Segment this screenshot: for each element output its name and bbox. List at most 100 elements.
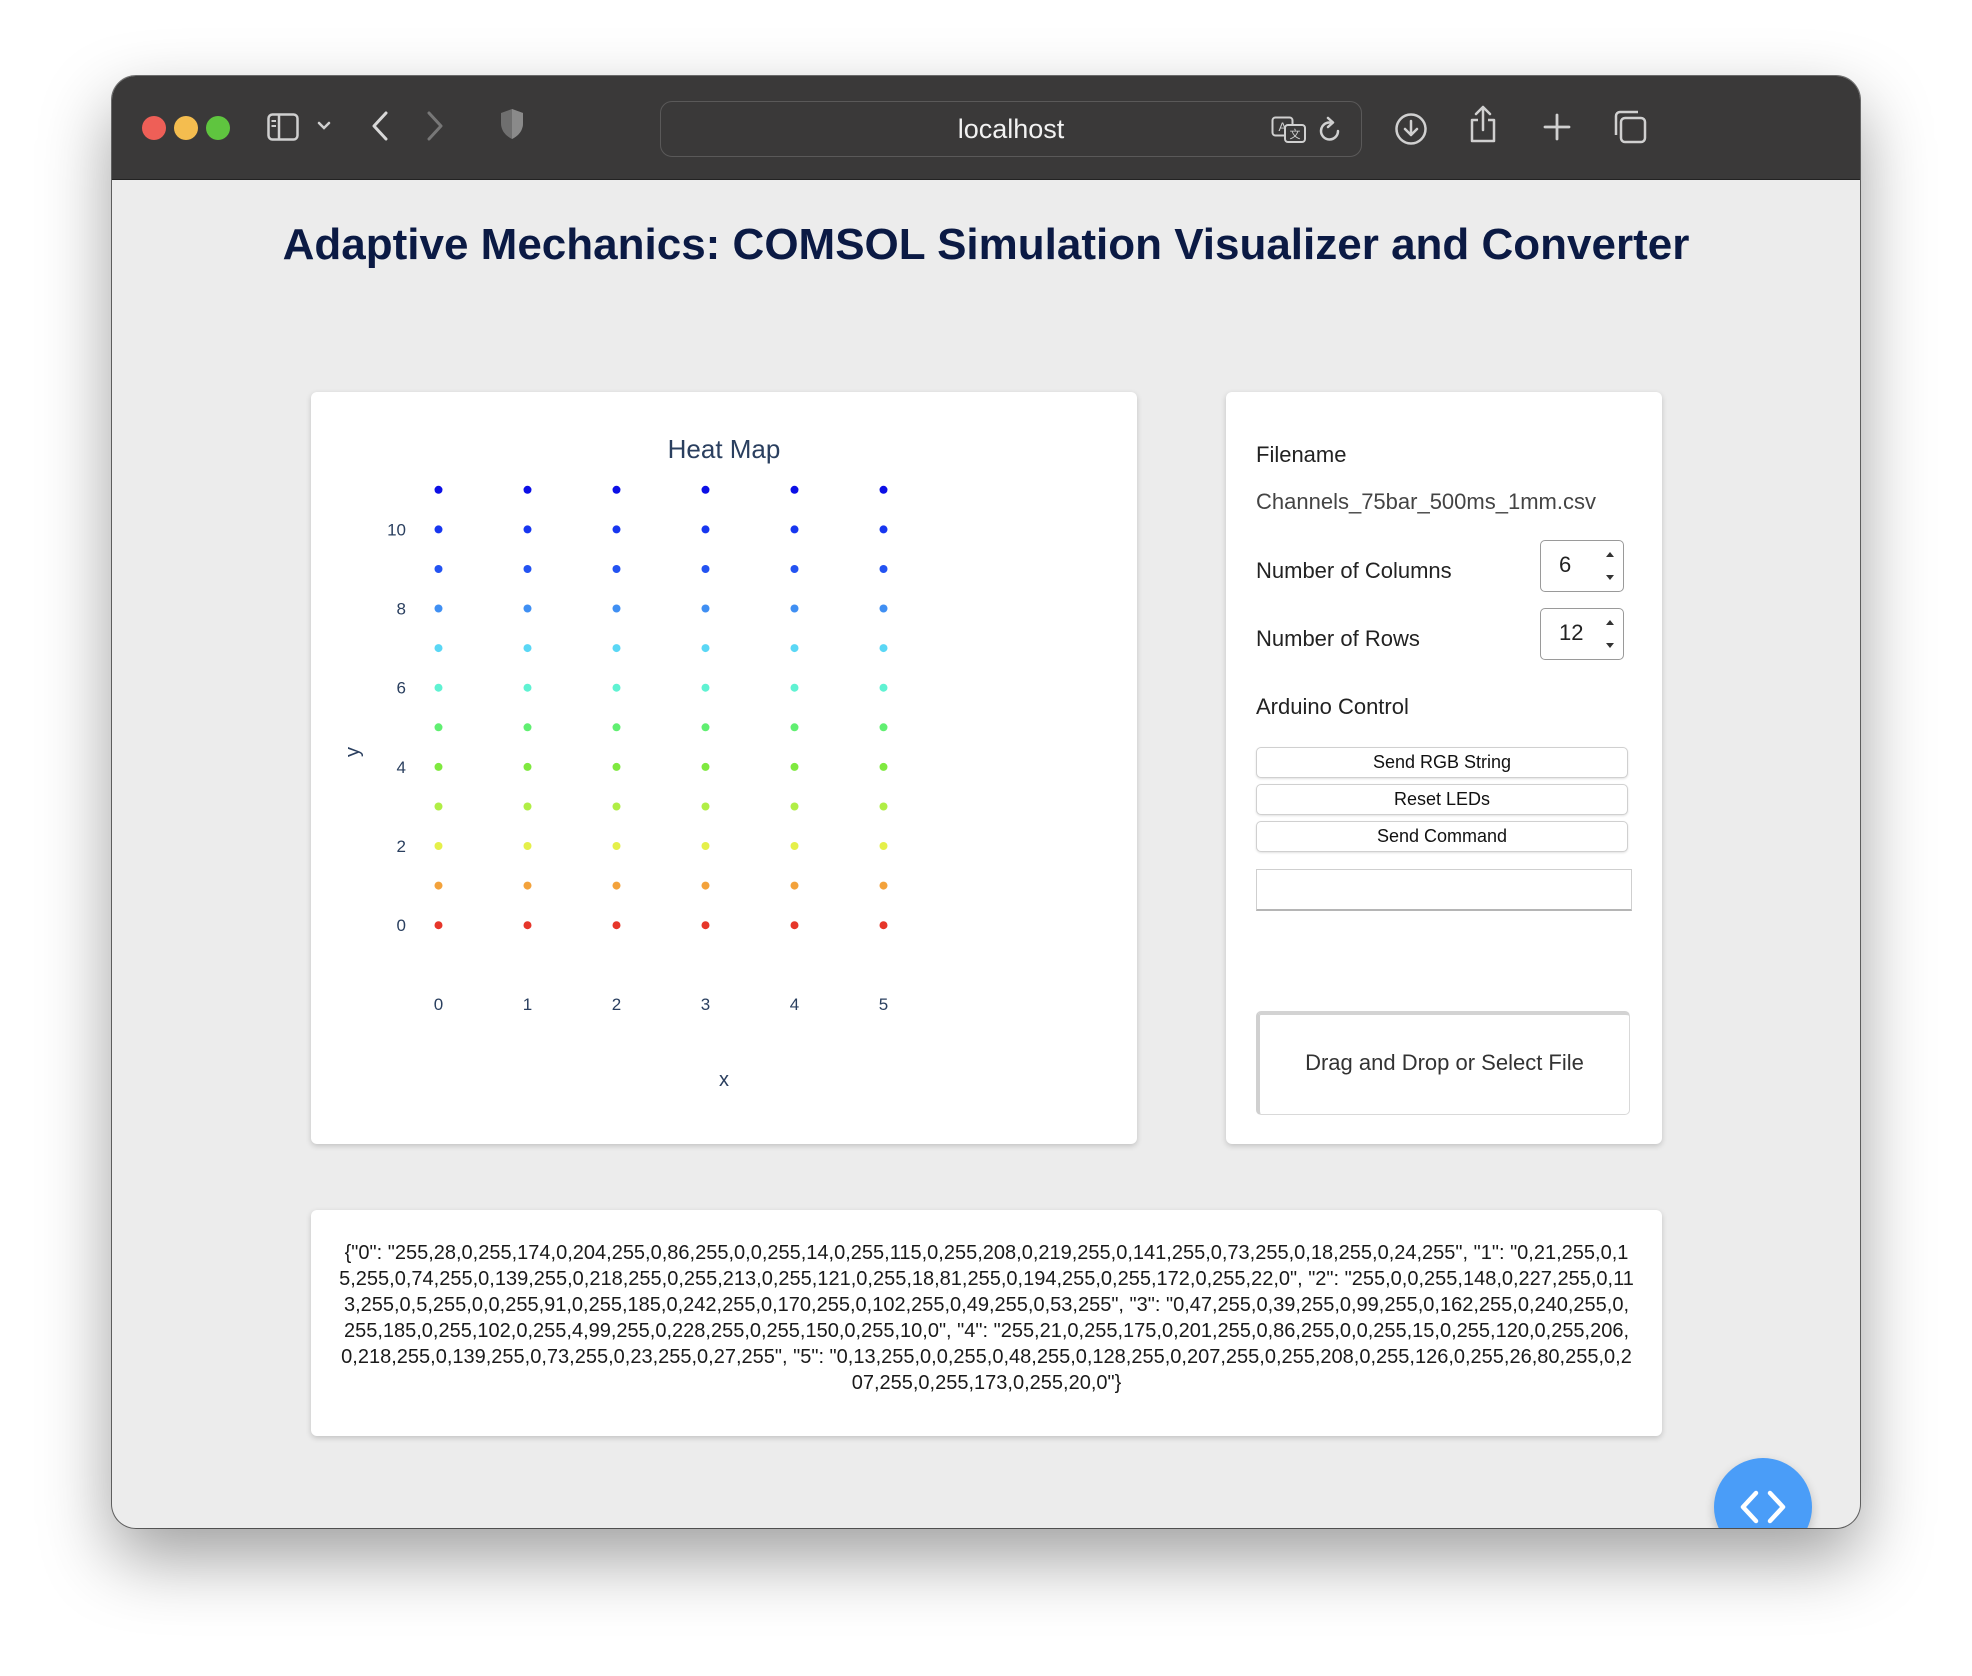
heatmap-point[interactable] (790, 881, 799, 890)
heatmap-point[interactable] (879, 604, 888, 613)
heatmap-point[interactable] (879, 485, 888, 494)
download-icon[interactable] (1394, 112, 1428, 146)
stepper-arrows-icon[interactable] (1603, 615, 1617, 653)
heatmap-point[interactable] (523, 921, 532, 930)
heatmap-point[interactable] (434, 802, 443, 811)
heatmap-point[interactable] (523, 485, 532, 494)
heatmap-point[interactable] (879, 644, 888, 653)
heatmap-point[interactable] (612, 723, 621, 732)
heatmap-point[interactable] (790, 525, 799, 534)
heatmap-point[interactable] (701, 485, 710, 494)
heatmap-point[interactable] (701, 683, 710, 692)
heatmap-point[interactable] (434, 921, 443, 930)
heatmap-point[interactable] (523, 723, 532, 732)
heatmap-point[interactable] (434, 683, 443, 692)
reload-icon[interactable] (1317, 116, 1343, 144)
heatmap-point[interactable] (701, 842, 710, 850)
close-window-button[interactable] (142, 116, 166, 140)
heatmap-point[interactable] (701, 644, 710, 653)
heatmap-point[interactable] (612, 485, 621, 494)
heatmap-point[interactable] (790, 644, 799, 653)
heatmap-chart[interactable]: Heat Map x y 0 1 2 3 4 5 0 2 4 6 8 10 (311, 392, 1137, 1144)
new-tab-icon[interactable] (1542, 112, 1572, 142)
heatmap-point[interactable] (701, 723, 710, 732)
heatmap-point[interactable] (790, 842, 799, 850)
heatmap-point[interactable] (434, 525, 443, 534)
heatmap-point[interactable] (879, 842, 888, 850)
stepper-arrows-icon[interactable] (1603, 547, 1617, 585)
heatmap-point[interactable] (434, 881, 443, 890)
tabs-overview-icon[interactable] (1612, 109, 1648, 145)
heatmap-point[interactable] (523, 881, 532, 890)
heatmap-point[interactable] (612, 565, 621, 573)
address-bar[interactable]: localhost A 文 (660, 101, 1362, 157)
heatmap-point[interactable] (434, 485, 443, 494)
columns-stepper[interactable]: 6 (1540, 540, 1624, 592)
heatmap-point[interactable] (434, 604, 443, 613)
heatmap-point[interactable] (879, 525, 888, 534)
heatmap-point[interactable] (612, 604, 621, 613)
translate-icon[interactable]: A 文 (1271, 116, 1307, 144)
heatmap-point[interactable] (790, 723, 799, 732)
heatmap-point[interactable] (523, 644, 532, 653)
heatmap-point[interactable] (434, 723, 443, 732)
zoom-window-button[interactable] (206, 116, 230, 140)
heatmap-point[interactable] (879, 921, 888, 930)
heatmap-point[interactable] (612, 762, 621, 771)
heatmap-point[interactable] (790, 565, 799, 573)
heatmap-point[interactable] (879, 723, 888, 732)
send-rgb-string-button[interactable]: Send RGB String (1256, 747, 1628, 778)
heatmap-point[interactable] (879, 802, 888, 811)
shield-icon[interactable] (498, 107, 526, 141)
sidebar-icon[interactable] (267, 113, 299, 141)
reset-leds-button[interactable]: Reset LEDs (1256, 784, 1628, 815)
send-command-button[interactable]: Send Command (1256, 821, 1628, 852)
file-dropzone[interactable]: Drag and Drop or Select File (1256, 1011, 1630, 1115)
heatmap-point[interactable] (879, 683, 888, 692)
heatmap-point[interactable] (790, 802, 799, 811)
heatmap-point[interactable] (790, 604, 799, 613)
heatmap-point[interactable] (701, 802, 710, 811)
heatmap-point[interactable] (523, 565, 532, 573)
heatmap-point[interactable] (612, 802, 621, 811)
rows-stepper[interactable]: 12 (1540, 608, 1624, 660)
heatmap-point[interactable] (701, 525, 710, 534)
heatmap-point[interactable] (612, 683, 621, 692)
heatmap-point[interactable] (434, 644, 443, 653)
heatmap-point[interactable] (790, 683, 799, 692)
back-icon[interactable] (370, 109, 390, 143)
heatmap-point[interactable] (612, 881, 621, 890)
heatmap-point[interactable] (701, 604, 710, 613)
chart-y-axis-label: y (342, 747, 364, 757)
heatmap-point[interactable] (612, 842, 621, 850)
heatmap-point[interactable] (434, 565, 443, 573)
share-icon[interactable] (1468, 104, 1498, 144)
heatmap-point[interactable] (612, 921, 621, 930)
heatmap-point[interactable] (523, 525, 532, 534)
heatmap-point[interactable] (612, 644, 621, 653)
heatmap-point[interactable] (701, 921, 710, 930)
heatmap-point[interactable] (879, 762, 888, 771)
heatmap-point[interactable] (701, 762, 710, 771)
forward-icon[interactable] (425, 109, 445, 143)
heatmap-point[interactable] (612, 525, 621, 534)
heatmap-point[interactable] (879, 565, 888, 573)
heatmap-point[interactable] (790, 485, 799, 494)
chevron-down-icon[interactable] (317, 120, 331, 132)
heatmap-point[interactable] (701, 565, 710, 573)
code-toggle-button[interactable] (1714, 1458, 1812, 1528)
heatmap-point[interactable] (879, 881, 888, 890)
command-input[interactable] (1256, 869, 1632, 911)
heatmap-point[interactable] (434, 762, 443, 771)
heatmap-point[interactable] (434, 842, 443, 850)
heatmap-point[interactable] (523, 842, 532, 850)
minimize-window-button[interactable] (174, 116, 198, 140)
heatmap-point[interactable] (523, 762, 532, 771)
heatmap-point[interactable] (790, 921, 799, 930)
heatmap-point[interactable] (523, 604, 532, 613)
heatmap-point[interactable] (790, 762, 799, 771)
heatmap-point[interactable] (701, 881, 710, 890)
browser-window: localhost A 文 Adaptive Mechanics: COMSOL… (112, 76, 1860, 1528)
heatmap-point[interactable] (523, 683, 532, 692)
heatmap-point[interactable] (523, 802, 532, 811)
